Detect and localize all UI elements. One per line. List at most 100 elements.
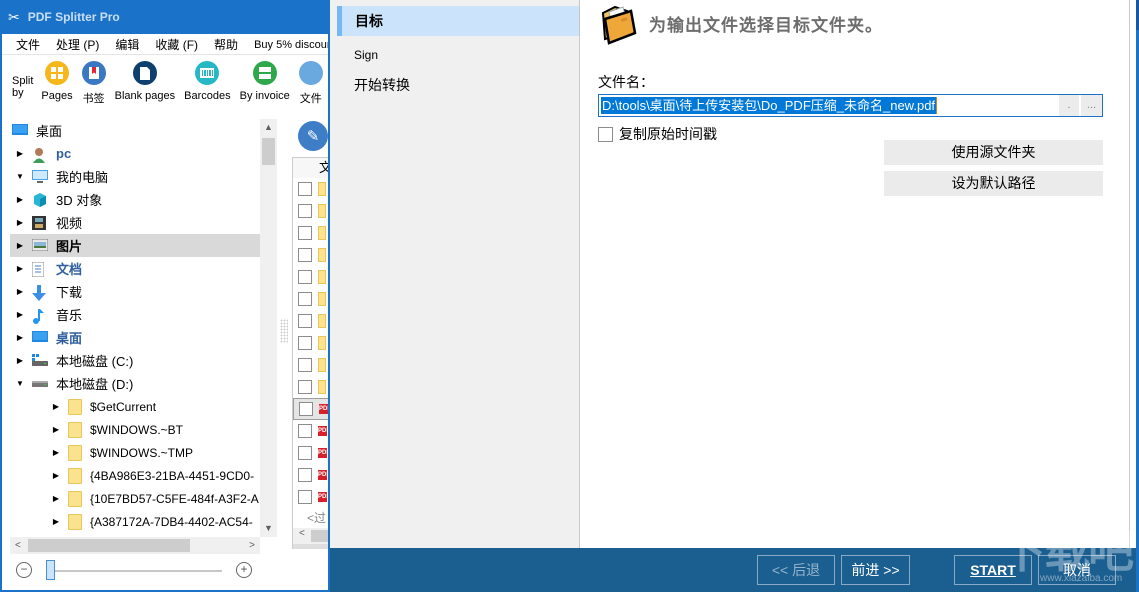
cancel-button[interactable]: 取消 bbox=[1038, 555, 1116, 585]
copy-timestamp-checkbox[interactable]: 复制原始时间戳 bbox=[598, 124, 717, 144]
step-target[interactable]: 目标 bbox=[337, 6, 579, 36]
tree-item[interactable]: ▶ pc bbox=[10, 142, 260, 165]
menu-file[interactable]: 文件 bbox=[16, 36, 40, 53]
file-list-row[interactable]: PDF bbox=[293, 398, 328, 420]
tree-item[interactable]: ▶ $WINDOWS.~BT bbox=[10, 418, 260, 441]
back-button[interactable]: << 后退 bbox=[757, 555, 835, 585]
scroll-down-icon[interactable]: ▼ bbox=[260, 520, 277, 537]
use-source-folder-button[interactable]: 使用源文件夹 bbox=[884, 140, 1103, 165]
row-checkbox[interactable] bbox=[298, 292, 312, 306]
file-list-row[interactable] bbox=[293, 354, 328, 376]
file-list-row[interactable] bbox=[293, 266, 328, 288]
expand-arrow-icon[interactable]: ▶ bbox=[14, 310, 26, 319]
zoom-in-icon[interactable]: + bbox=[236, 562, 252, 578]
file-list-row[interactable] bbox=[293, 200, 328, 222]
next-button[interactable]: 前进 >> bbox=[841, 555, 910, 585]
file-list-row[interactable] bbox=[293, 310, 328, 332]
tree-horizontal-scrollbar[interactable]: < > bbox=[10, 537, 260, 554]
menu-process[interactable]: 处理 (P) bbox=[56, 36, 99, 53]
row-checkbox[interactable] bbox=[298, 424, 312, 438]
filename-input[interactable]: D:\tools\桌面\待上传安装包\Do_PDF压缩_未命名_new.pdf … bbox=[598, 94, 1103, 117]
row-checkbox[interactable] bbox=[298, 314, 312, 328]
expand-arrow-icon[interactable]: ▶ bbox=[50, 471, 62, 480]
file-list-row[interactable] bbox=[293, 376, 328, 398]
menu-edit[interactable]: 编辑 bbox=[115, 36, 139, 53]
include-button[interactable]: 包含 bbox=[293, 544, 328, 549]
collapse-arrow-icon[interactable]: ▼ bbox=[14, 379, 26, 388]
scroll-thumb[interactable] bbox=[311, 530, 328, 542]
split-by-barcodes-button[interactable]: Barcodes bbox=[184, 61, 231, 102]
browse-button[interactable]: ... bbox=[1081, 95, 1102, 116]
scroll-left-icon[interactable]: < bbox=[15, 537, 21, 554]
split-by-blank-pages-button[interactable]: Blank pages bbox=[115, 61, 175, 102]
menu-help[interactable]: 帮助 bbox=[214, 36, 238, 53]
start-button[interactable]: START bbox=[954, 555, 1032, 585]
file-list-row[interactable]: PDF bbox=[293, 464, 328, 486]
row-checkbox[interactable] bbox=[298, 270, 312, 284]
file-list-header[interactable]: 文 bbox=[293, 158, 328, 178]
tree-item[interactable]: ▶ 图片 bbox=[10, 234, 260, 257]
tree-item[interactable]: ▶ 音乐 bbox=[10, 303, 260, 326]
scroll-up-icon[interactable]: ▲ bbox=[260, 119, 277, 136]
tree-item[interactable]: ▶ {10E7BD57-C5FE-484f-A3F2-A bbox=[10, 487, 260, 510]
tree-item[interactable]: ▶ 视频 bbox=[10, 211, 260, 234]
file-list-row[interactable]: PDF bbox=[293, 420, 328, 442]
row-checkbox[interactable] bbox=[298, 358, 312, 372]
tree-item[interactable]: ▶ {A387172A-7DB4-4402-AC54- bbox=[10, 510, 260, 533]
row-checkbox[interactable] bbox=[298, 336, 312, 350]
file-list-row[interactable]: PDF bbox=[293, 442, 328, 464]
browse-small-button[interactable]: . bbox=[1059, 95, 1079, 116]
tree-item[interactable]: ▶ $WINDOWS.~TMP bbox=[10, 441, 260, 464]
split-by-bookmark-button[interactable]: 书签 bbox=[81, 61, 106, 106]
tree-vertical-scrollbar[interactable]: ▲ ▼ bbox=[260, 119, 277, 537]
row-checkbox[interactable] bbox=[298, 380, 312, 394]
collapse-arrow-icon[interactable]: ▼ bbox=[14, 172, 26, 181]
file-list-row[interactable] bbox=[293, 332, 328, 354]
file-list-row[interactable] bbox=[293, 244, 328, 266]
tree-item[interactable]: ▶ 文档 bbox=[10, 257, 260, 280]
row-checkbox[interactable] bbox=[299, 402, 313, 416]
tree-item[interactable]: ▶ 下载 bbox=[10, 280, 260, 303]
tree-item[interactable]: ▶ {4BA986E3-21BA-4451-9CD0- bbox=[10, 464, 260, 487]
expand-arrow-icon[interactable]: ▶ bbox=[14, 264, 26, 273]
scroll-thumb[interactable] bbox=[28, 539, 190, 552]
file-list-horizontal-scrollbar[interactable]: < bbox=[293, 528, 328, 544]
scroll-thumb[interactable] bbox=[262, 138, 275, 165]
scroll-right-icon[interactable]: > bbox=[249, 537, 255, 554]
tree-item[interactable]: ▶ 桌面 bbox=[10, 326, 260, 349]
expand-arrow-icon[interactable]: ▶ bbox=[14, 218, 26, 227]
expand-arrow-icon[interactable]: ▶ bbox=[50, 517, 62, 526]
expand-arrow-icon[interactable]: ▶ bbox=[14, 195, 26, 204]
expand-arrow-icon[interactable]: ▶ bbox=[50, 425, 62, 434]
tree-item[interactable]: ▼ 本地磁盘 (D:) bbox=[10, 372, 260, 395]
tree-item[interactable]: ▼ 我的电脑 bbox=[10, 165, 260, 188]
checkbox-box[interactable] bbox=[598, 126, 613, 142]
file-list-row[interactable] bbox=[293, 222, 328, 244]
row-checkbox[interactable] bbox=[298, 468, 312, 482]
row-checkbox[interactable] bbox=[298, 490, 312, 504]
file-list-row[interactable] bbox=[293, 178, 328, 200]
expand-arrow-icon[interactable]: ▶ bbox=[14, 333, 26, 342]
pane-splitter-handle[interactable] bbox=[280, 319, 288, 343]
step-sign[interactable]: Sign bbox=[330, 40, 579, 70]
expand-arrow-icon[interactable]: ▶ bbox=[14, 241, 26, 250]
expand-arrow-icon[interactable]: ▶ bbox=[50, 402, 62, 411]
filter-input[interactable]: <过 bbox=[293, 508, 328, 528]
step-start-conversion[interactable]: 开始转换 bbox=[330, 70, 579, 100]
tree-item[interactable]: ▶ 3D 对象 bbox=[10, 188, 260, 211]
file-list-row[interactable]: PDF bbox=[293, 486, 328, 508]
edit-pen-icon[interactable]: ✎ bbox=[298, 121, 328, 151]
menu-favorites[interactable]: 收藏 (F) bbox=[155, 36, 198, 53]
expand-arrow-icon[interactable]: ▶ bbox=[50, 494, 62, 503]
filename-value[interactable]: D:\tools\桌面\待上传安装包\Do_PDF压缩_未命名_new.pdf bbox=[601, 97, 937, 114]
file-list-row[interactable] bbox=[293, 288, 328, 310]
expand-arrow-icon[interactable]: ▶ bbox=[14, 356, 26, 365]
expand-arrow-icon[interactable]: ▶ bbox=[50, 448, 62, 457]
split-by-file-button[interactable]: 文件 bbox=[298, 61, 323, 106]
menu-buy-discount[interactable]: Buy 5% discount bbox=[254, 39, 328, 51]
zoom-out-icon[interactable]: − bbox=[16, 562, 32, 578]
split-by-invoice-button[interactable]: By invoice bbox=[240, 61, 290, 102]
tree-item[interactable]: 桌面 bbox=[10, 119, 260, 142]
zoom-knob[interactable] bbox=[46, 560, 55, 580]
tree-item[interactable]: ▶ 本地磁盘 (C:) bbox=[10, 349, 260, 372]
